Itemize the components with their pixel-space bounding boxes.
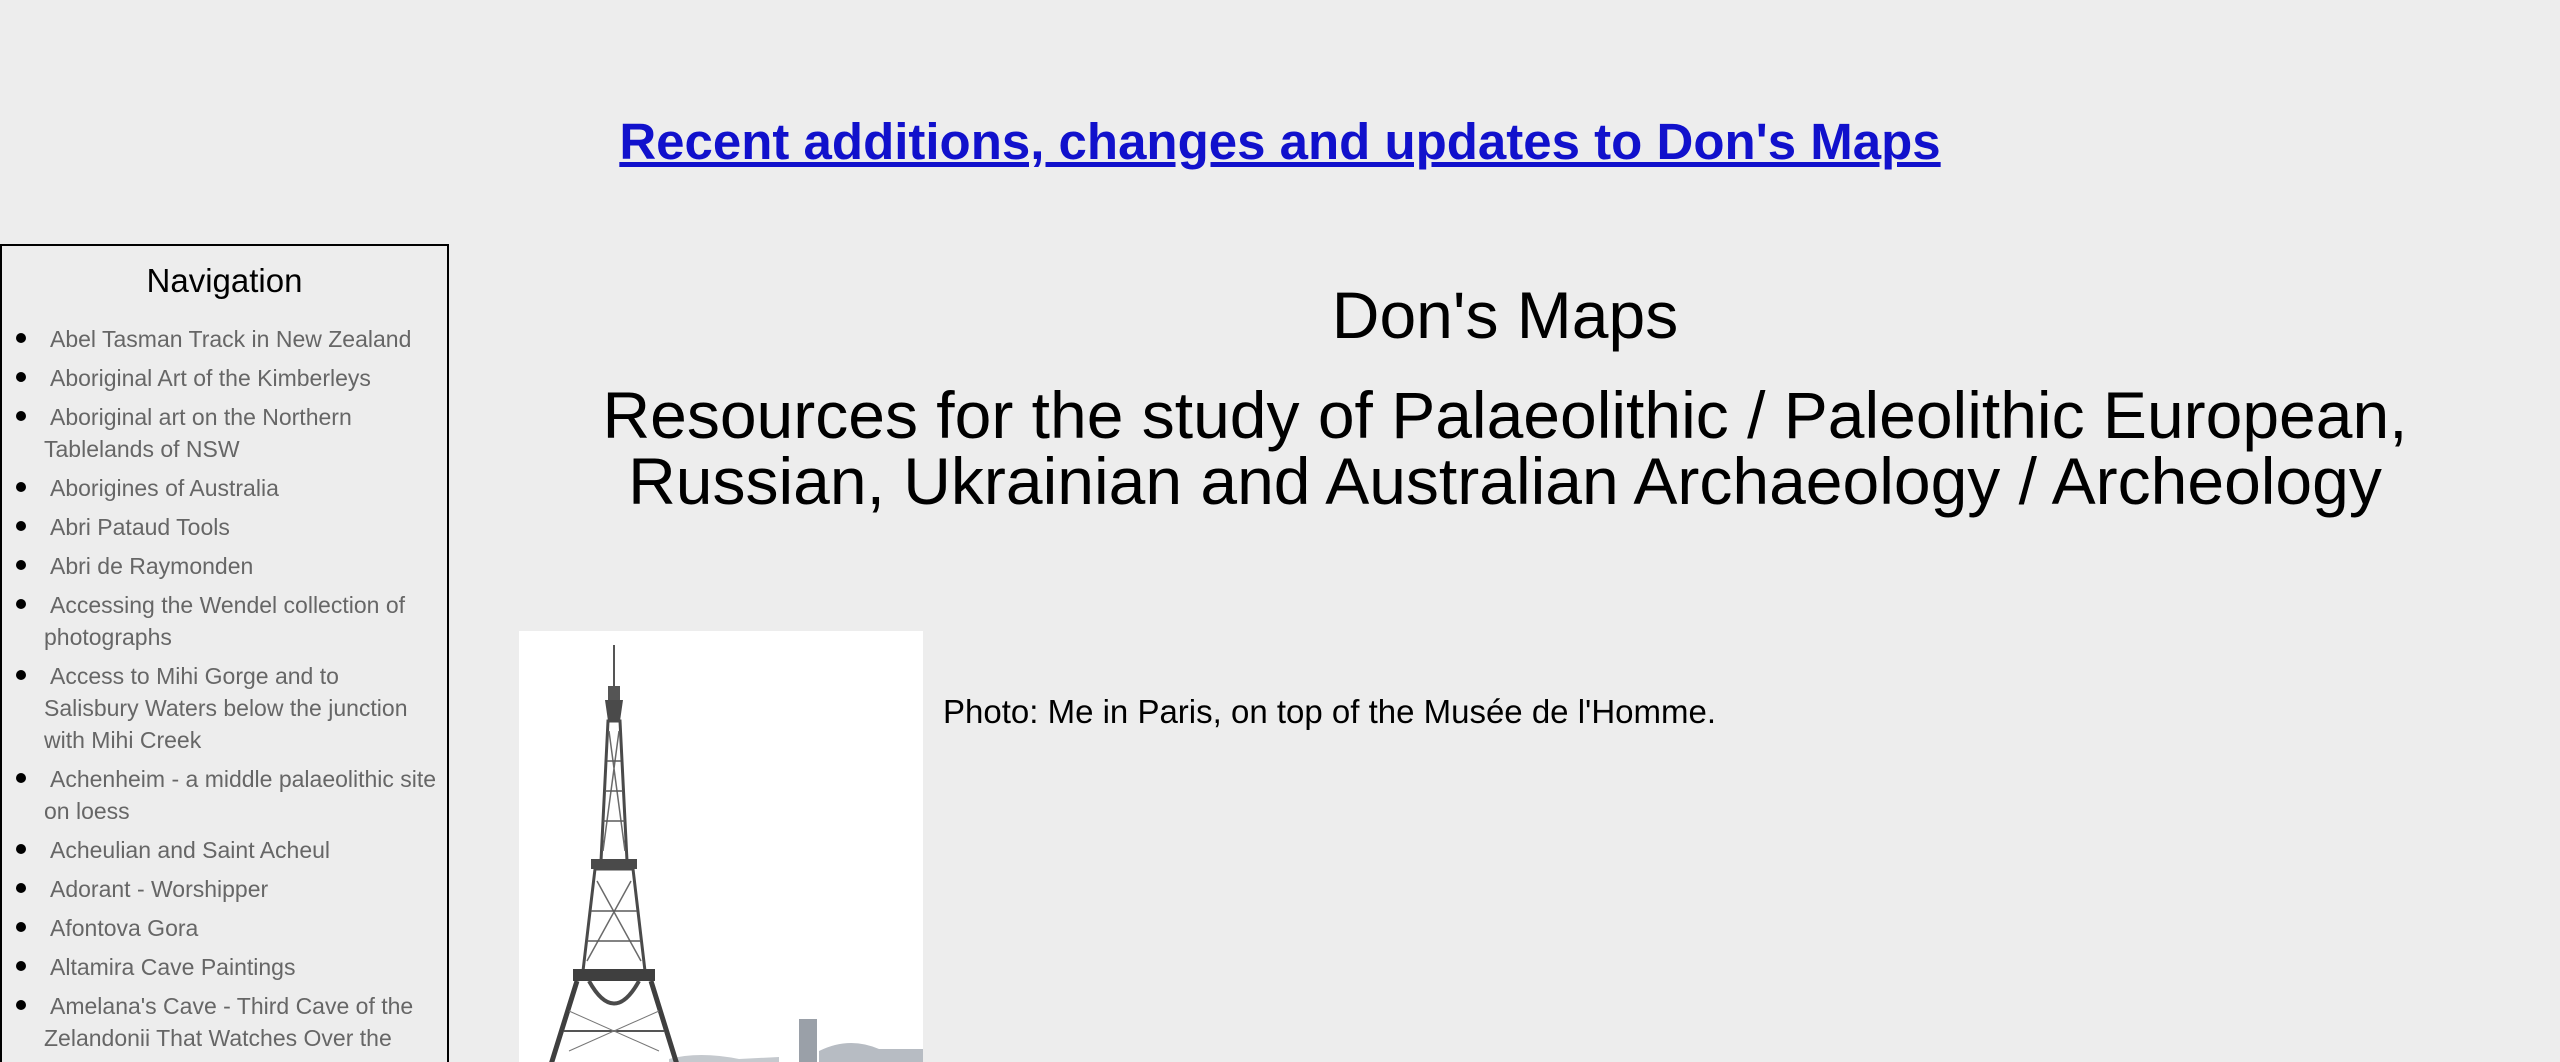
bullet-icon	[16, 773, 26, 783]
bullet-icon	[16, 844, 26, 854]
nav-link[interactable]: Achenheim - a middle palaeolithic site o…	[44, 763, 437, 827]
bullet-icon	[16, 961, 26, 971]
bullet-icon	[16, 372, 26, 382]
nav-link[interactable]: Acheulian and Saint Acheul	[44, 834, 330, 866]
nav-list-item: Accessing the Wendel collection of photo…	[2, 589, 447, 653]
bullet-icon	[16, 1000, 26, 1010]
nav-link[interactable]: Adorant - Worshipper	[44, 873, 268, 905]
nav-link[interactable]: Aboriginal art on the Northern Tableland…	[44, 401, 437, 465]
navigation-title: Navigation	[146, 262, 303, 299]
bullet-icon	[16, 922, 26, 932]
nav-link[interactable]: Abel Tasman Track in New Zealand	[44, 323, 411, 355]
nav-link[interactable]: Accessing the Wendel collection of photo…	[44, 589, 437, 653]
nav-list-item: Altamira Cave Paintings	[2, 951, 447, 983]
navigation-sidebar: Navigation Abel Tasman Track in New Zeal…	[0, 244, 449, 1062]
nav-list-item: Access to Mihi Gorge and to Salisbury Wa…	[2, 660, 447, 756]
bullet-icon	[16, 670, 26, 680]
nav-link[interactable]: Amelana's Cave - Third Cave of the Zelan…	[44, 990, 437, 1062]
nav-list-item: Afontova Gora	[2, 912, 447, 944]
nav-list-item: Achenheim - a middle palaeolithic site o…	[2, 763, 447, 827]
updates-heading: Recent additions, changes and updates to…	[0, 108, 2560, 176]
eiffel-tower-photo	[519, 631, 923, 1062]
bullet-icon	[16, 411, 26, 421]
bullet-icon	[16, 599, 26, 609]
bullet-icon	[16, 482, 26, 492]
nav-link[interactable]: Aborigines of Australia	[44, 472, 279, 504]
nav-list-item: Aborigines of Australia	[2, 472, 447, 504]
nav-list-item: Acheulian and Saint Acheul	[2, 834, 447, 866]
site-title: Don's Maps	[1331, 278, 1679, 352]
nav-list-item: Aboriginal Art of the Kimberleys	[2, 362, 447, 394]
nav-link[interactable]: Abri Pataud Tools	[44, 511, 230, 543]
navigation-list: Abel Tasman Track in New Zealand Aborigin…	[2, 323, 447, 1062]
nav-link[interactable]: Abri de Raymonden	[44, 550, 253, 582]
bullet-icon	[16, 883, 26, 893]
bullet-icon	[16, 333, 26, 343]
photo-caption: Photo: Me in Paris, on top of the Musée …	[943, 693, 1717, 730]
bullet-icon	[16, 521, 26, 531]
nav-link[interactable]: Aboriginal Art of the Kimberleys	[44, 362, 371, 394]
nav-list-item: Abri Pataud Tools	[2, 511, 447, 543]
recent-updates-link[interactable]: Recent additions, changes and updates to…	[619, 113, 1940, 170]
nav-list-item: Aboriginal art on the Northern Tableland…	[2, 401, 447, 465]
nav-list-item: Amelana's Cave - Third Cave of the Zelan…	[2, 990, 447, 1062]
nav-list-item: Adorant - Worshipper	[2, 873, 447, 905]
page: Recent additions, changes and updates to…	[0, 0, 2560, 1062]
nav-list-item: Abel Tasman Track in New Zealand	[2, 323, 447, 355]
nav-link[interactable]: Afontova Gora	[44, 912, 198, 944]
nav-list-item: Abri de Raymonden	[2, 550, 447, 582]
eiffel-tower-image	[519, 631, 923, 1062]
nav-link[interactable]: Altamira Cave Paintings	[44, 951, 295, 983]
nav-link[interactable]: Access to Mihi Gorge and to Salisbury Wa…	[44, 660, 437, 756]
bullet-icon	[16, 560, 26, 570]
site-subtitle: Resources for the study of Palaeolithic …	[602, 378, 2408, 518]
